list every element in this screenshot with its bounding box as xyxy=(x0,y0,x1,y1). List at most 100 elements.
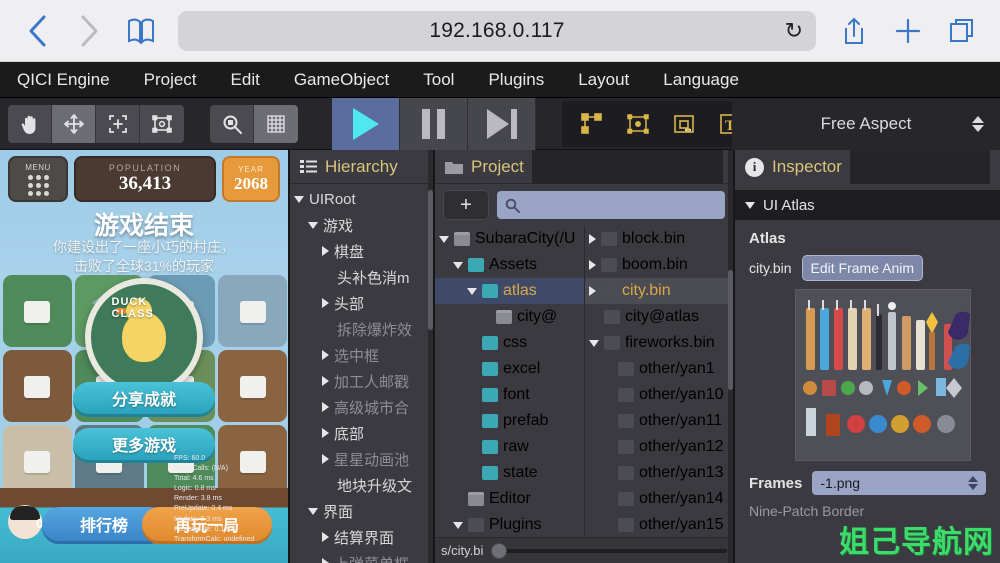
pause-button[interactable] xyxy=(400,97,468,150)
project-file-item[interactable]: city@atlas xyxy=(585,304,733,330)
hierarchy-item[interactable]: 加工人邮戳 xyxy=(290,368,433,394)
share-achievement-button[interactable]: 分享成就 xyxy=(73,382,215,414)
zoom-tool-button[interactable] xyxy=(210,104,254,143)
chevron-right-icon[interactable] xyxy=(322,376,329,386)
ui-atlas-section-header[interactable]: UI Atlas xyxy=(735,190,1000,220)
project-file-item[interactable]: other/yan11 xyxy=(585,408,733,434)
hierarchy-item[interactable]: 游戏 xyxy=(290,212,433,238)
menu-item-language[interactable]: Language xyxy=(646,62,756,98)
step-button[interactable] xyxy=(468,97,536,150)
project-tree-item[interactable]: Editor xyxy=(435,486,584,512)
play-button[interactable] xyxy=(332,97,400,150)
rect-tool-button[interactable] xyxy=(140,104,184,143)
grid-tool-button[interactable] xyxy=(254,104,298,143)
create-button-icon[interactable] xyxy=(664,104,704,144)
chevron-right-icon[interactable] xyxy=(589,234,596,244)
tab-project[interactable]: Project xyxy=(435,149,733,184)
project-tree-item[interactable]: raw xyxy=(435,434,584,460)
chevron-right-icon[interactable] xyxy=(589,260,596,270)
project-file-item[interactable]: city.bin xyxy=(585,278,733,304)
project-tree-item[interactable]: prefab xyxy=(435,408,584,434)
project-tree-item[interactable]: excel xyxy=(435,356,584,382)
hierarchy-tree[interactable]: UIRoot 游戏 棋盘 头补色消m 头部 拆除爆炸效 选中框 加工人邮戳 高级城市合 底部 星星动… xyxy=(290,184,433,563)
create-node-icon[interactable] xyxy=(572,104,612,144)
menu-item-project[interactable]: Project xyxy=(127,62,214,98)
menu-item-gameobject[interactable]: GameObject xyxy=(277,62,406,98)
atlas-preview[interactable] xyxy=(795,289,971,461)
hierarchy-item[interactable]: 头部 xyxy=(290,290,433,316)
hand-tool-button[interactable] xyxy=(8,104,52,143)
hierarchy-item[interactable]: 底部 xyxy=(290,420,433,446)
hierarchy-item[interactable]: 高级城市合 xyxy=(290,394,433,420)
project-file-item[interactable]: other/yan12 xyxy=(585,434,733,460)
project-tree-item[interactable]: Plugins xyxy=(435,512,584,537)
project-file-list[interactable]: block.bin boom.bin city.bin city@atlas firew… xyxy=(585,226,733,537)
project-tree-item[interactable]: Assets xyxy=(435,252,584,278)
project-tree-item[interactable]: state xyxy=(435,460,584,486)
menu-item-plugins[interactable]: Plugins xyxy=(471,62,561,98)
hierarchy-item[interactable]: 星星动画池 xyxy=(290,446,433,472)
back-button[interactable] xyxy=(14,8,60,54)
chevron-down-icon[interactable] xyxy=(453,521,463,529)
hierarchy-item[interactable]: 上弹菜单框 xyxy=(290,550,433,563)
tabs-button[interactable] xyxy=(938,7,986,55)
hierarchy-scrollbar[interactable] xyxy=(428,150,433,563)
project-file-item[interactable]: other/yan10 xyxy=(585,382,733,408)
chevron-down-icon[interactable] xyxy=(453,261,463,269)
project-file-item[interactable]: other/yan13 xyxy=(585,460,733,486)
tab-inspector[interactable]: i Inspector xyxy=(735,150,1000,184)
project-tree-item[interactable]: css xyxy=(435,330,584,356)
project-tree[interactable]: SubaraCity(/U Assets atlas city@ css excel fon… xyxy=(435,226,585,537)
bookmarks-button[interactable] xyxy=(118,8,164,54)
hierarchy-item[interactable]: 结算界面 xyxy=(290,524,433,550)
chevron-right-icon[interactable] xyxy=(589,286,596,296)
frames-select[interactable]: -1.png xyxy=(812,471,986,495)
hierarchy-item[interactable]: 选中框 xyxy=(290,342,433,368)
share-button[interactable] xyxy=(830,7,878,55)
create-sprite-icon[interactable] xyxy=(618,104,658,144)
chevron-down-icon[interactable] xyxy=(308,507,318,515)
forward-button[interactable] xyxy=(66,8,112,54)
chevron-down-icon[interactable] xyxy=(589,339,599,347)
hierarchy-item[interactable]: 拆除爆炸效 xyxy=(290,316,433,342)
game-view[interactable]: MENU POPULATION 36,413 YEAR 2068 游戏结束 你建… xyxy=(0,150,290,563)
project-file-item[interactable]: other/yan15 xyxy=(585,512,733,537)
hierarchy-item[interactable]: 地块升级文 xyxy=(290,472,433,498)
hierarchy-item[interactable]: 棋盘 xyxy=(290,238,433,264)
chevron-down-icon[interactable] xyxy=(294,195,304,203)
hierarchy-item[interactable]: 头补色消m xyxy=(290,264,433,290)
scale-tool-button[interactable] xyxy=(96,104,140,143)
chevron-down-icon[interactable] xyxy=(439,235,449,243)
chevron-right-icon[interactable] xyxy=(322,428,329,438)
url-bar[interactable]: 192.168.0.117 ↻ xyxy=(178,10,816,51)
reload-icon[interactable]: ↻ xyxy=(785,19,803,42)
chevron-right-icon[interactable] xyxy=(322,532,329,542)
menu-item-qici-engine[interactable]: QICI Engine xyxy=(0,62,127,98)
chevron-down-icon[interactable] xyxy=(467,287,477,295)
hierarchy-item[interactable]: UIRoot xyxy=(290,186,433,212)
aspect-ratio-selector[interactable]: Free Aspect xyxy=(732,98,1000,150)
chevron-right-icon[interactable] xyxy=(322,246,329,256)
project-file-item[interactable]: boom.bin xyxy=(585,252,733,278)
project-file-item[interactable]: block.bin xyxy=(585,226,733,252)
tab-hierarchy[interactable]: Hierarchy xyxy=(290,150,433,184)
chevron-right-icon[interactable] xyxy=(322,298,329,308)
project-file-item[interactable]: fireworks.bin xyxy=(585,330,733,356)
menu-item-layout[interactable]: Layout xyxy=(561,62,646,98)
menu-item-tool[interactable]: Tool xyxy=(406,62,471,98)
chevron-right-icon[interactable] xyxy=(322,350,329,360)
menu-item-edit[interactable]: Edit xyxy=(214,62,277,98)
project-tree-item[interactable]: atlas xyxy=(435,278,584,304)
chevron-right-icon[interactable] xyxy=(322,558,329,563)
chevron-right-icon[interactable] xyxy=(322,454,329,464)
edit-frame-anim-button[interactable]: Edit Frame Anim xyxy=(801,255,924,281)
project-file-item[interactable]: other/yan14 xyxy=(585,486,733,512)
hierarchy-item[interactable]: 界面 xyxy=(290,498,433,524)
chevron-right-icon[interactable] xyxy=(322,402,329,412)
new-tab-button[interactable] xyxy=(884,7,932,55)
project-tree-item[interactable]: SubaraCity(/U xyxy=(435,226,584,252)
search-input[interactable] xyxy=(497,191,725,219)
project-file-item[interactable]: other/yan1 xyxy=(585,356,733,382)
add-asset-button[interactable]: + xyxy=(443,190,489,220)
project-scrollbar[interactable] xyxy=(728,150,733,563)
